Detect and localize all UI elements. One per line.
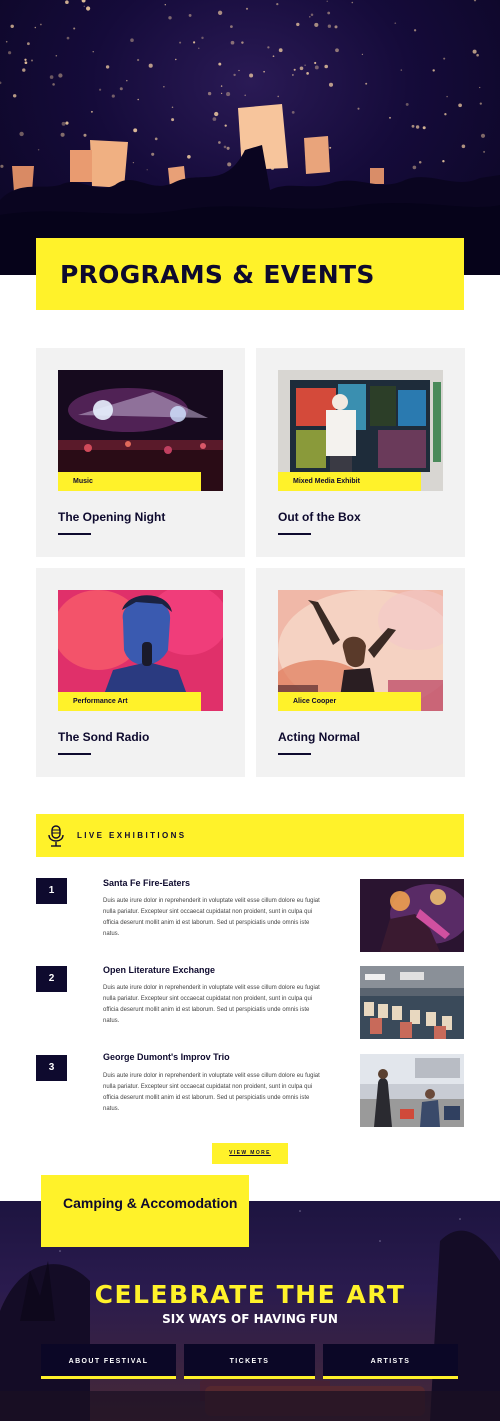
hero-image [0,0,500,275]
live-exhibitions-heading: LIVE EXHIBITIONS [77,831,187,840]
event-tag: Music [58,472,201,491]
view-more-button[interactable]: VIEW MORE [212,1143,288,1164]
celebrate-headline: CELEBRATE THE ART [94,1280,406,1309]
title-underline [278,753,311,755]
exhibition-number: 3 [36,1055,67,1081]
event-tag: Mixed Media Exhibit [278,472,421,491]
exhibition-title[interactable]: George Dumont's Improv Trio [103,1052,230,1062]
event-tag: Alice Cooper [278,692,421,711]
live-exhibitions-header: LIVE EXHIBITIONS [36,814,464,857]
event-card-acting-normal[interactable]: Alice Cooper Acting Normal [256,568,465,777]
programs-events-banner: PROGRAMS & EVENTS [36,238,464,310]
camping-accommodation-box[interactable]: Camping & Accomodation [41,1175,249,1247]
celebrate-subheadline: SIX WAYS OF HAVING FUN [162,1312,338,1326]
exhibition-image-fire-eaters [360,879,464,952]
nav-about-festival-button[interactable]: ABOUT FESTIVAL [41,1344,176,1379]
event-title[interactable]: The Sond Radio [58,730,149,744]
exhibition-image-improv [360,1054,464,1127]
nav-tickets-button[interactable]: TICKETS [184,1344,315,1379]
exhibition-description: Duis aute irure dolor in reprehenderit i… [103,985,320,1024]
lantern-crowd-illustration [0,0,500,275]
exhibition-number: 1 [36,878,67,904]
exhibition-description: Duis aute irure dolor in reprehenderit i… [103,898,320,937]
exhibition-image-literature [360,966,464,1039]
title-underline [278,533,311,535]
title-underline [58,753,91,755]
event-card-out-of-the-box[interactable]: Mixed Media Exhibit Out of the Box [256,348,465,557]
page-title: PROGRAMS & EVENTS [60,259,375,289]
title-underline [58,533,91,535]
exhibition-number: 2 [36,966,67,992]
event-title[interactable]: Acting Normal [278,730,360,744]
event-title[interactable]: The Opening Night [58,510,165,524]
event-tag: Performance Art [58,692,201,711]
exhibition-title[interactable]: Santa Fe Fire-Eaters [103,878,190,888]
microphone-icon [48,824,64,847]
event-card-opening-night[interactable]: Music The Opening Night [36,348,245,557]
exhibition-description: Duis aute irure dolor in reprehenderit i… [103,1073,320,1112]
event-card-sond-radio[interactable]: Performance Art The Sond Radio [36,568,245,777]
exhibition-title[interactable]: Open Literature Exchange [103,965,215,975]
event-title[interactable]: Out of the Box [278,510,361,524]
nav-artists-button[interactable]: ARTISTS [323,1344,458,1379]
